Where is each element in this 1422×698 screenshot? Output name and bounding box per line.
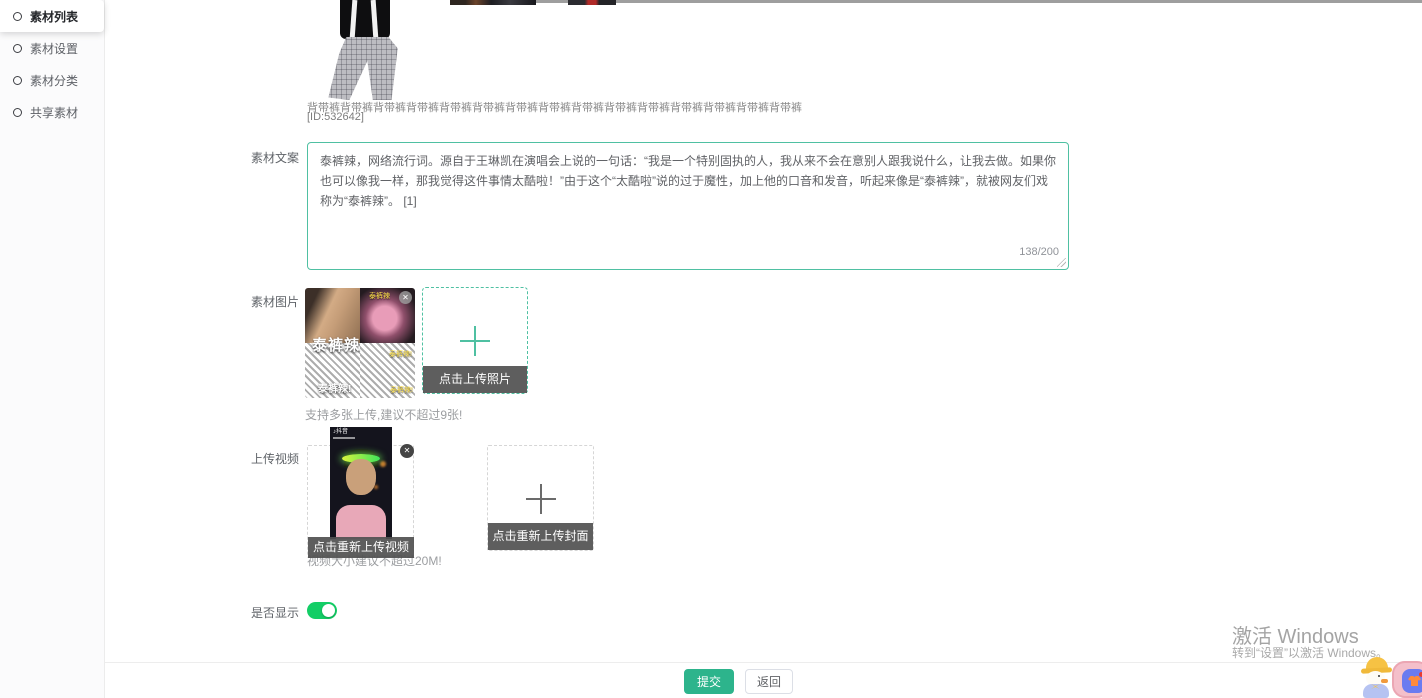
sidebar-item-shared-material[interactable]: 共享素材: [0, 96, 104, 128]
sidebar-item-material-settings[interactable]: 素材设置: [0, 32, 104, 64]
sidebar-item-material-category[interactable]: 素材分类: [0, 64, 104, 96]
copy-field-wrapper: 泰裤辣，网络流行词。源自于王琳凯在演唱会上说的一句话：“我是一个特别固执的人，我…: [307, 142, 1069, 270]
submit-button[interactable]: 提交: [684, 669, 734, 694]
video-label: 上传视频: [251, 450, 301, 467]
toggle-knob: [322, 604, 335, 617]
menu-circle-icon: [13, 44, 22, 53]
uploaded-video-thumbnail[interactable]: ♪抖音: [330, 427, 392, 539]
menu-circle-icon: [13, 12, 22, 21]
mascot-duck[interactable]: [1357, 656, 1397, 698]
pants-image-top: [340, 0, 390, 39]
copy-label: 素材文案: [251, 149, 301, 166]
meme-text: 泰裤辣!: [318, 380, 351, 395]
menu-circle-icon: [13, 76, 22, 85]
sidebar-item-label: 素材设置: [30, 40, 78, 57]
meme-text: 泰裤辣: [369, 291, 390, 301]
shirt-icon: [1408, 676, 1421, 686]
resize-handle-icon[interactable]: [1057, 258, 1066, 267]
reupload-cover-button[interactable]: 点击重新上传封面: [488, 523, 593, 550]
meme-text: 泰裤辣!: [389, 349, 412, 359]
material-title: 背带裤背带裤背带裤背带裤背带裤背带裤背带裤背带裤背带裤背带裤背带裤背带裤背带裤背…: [307, 99, 927, 115]
display-label: 是否显示: [251, 604, 301, 621]
upload-photo-button[interactable]: 点击上传照片: [422, 287, 528, 394]
images-hint: 支持多张上传,建议不超过9张!: [305, 406, 462, 423]
duck-eye: [1378, 675, 1380, 677]
upload-cover-box[interactable]: 点击重新上传封面: [487, 445, 594, 551]
sidebar-item-material-list[interactable]: 素材列表: [0, 0, 104, 32]
footer-bar: 提交 返回: [105, 662, 1422, 698]
background-light: [380, 461, 386, 467]
cutoff-image-fragment: [568, 0, 616, 5]
uploaded-photo-thumbnail[interactable]: 泰裤辣 泰裤辣! 泰裤辣 泰裤辣! 泰裤辣! ✕: [305, 288, 415, 398]
sidebar-item-label: 共享素材: [30, 104, 78, 121]
video-person-shirt: [336, 505, 386, 539]
char-counter: 138/200: [1015, 246, 1059, 258]
cutoff-image-fragment: [450, 0, 536, 5]
plus-icon: [460, 326, 490, 356]
pants-image-legs: [326, 37, 404, 100]
copy-textarea[interactable]: 泰裤辣，网络流行词。源自于王琳凯在演唱会上说的一句话：“我是一个特别固执的人，我…: [307, 142, 1069, 270]
duck-beak: [1381, 679, 1388, 683]
sidebar: 素材列表 素材设置 素材分类 共享素材: [0, 0, 105, 698]
meme-text: 泰裤辣: [312, 334, 360, 355]
back-button[interactable]: 返回: [745, 669, 793, 694]
sidebar-item-label: 素材分类: [30, 72, 78, 89]
images-label: 素材图片: [251, 293, 301, 310]
upload-photo-bar[interactable]: 点击上传照片: [423, 366, 527, 393]
material-id: [ID:532642]: [307, 111, 364, 123]
close-icon[interactable]: ✕: [399, 291, 412, 304]
suspender-strap: [350, 0, 358, 39]
menu-circle-icon: [13, 108, 22, 117]
plus-icon: [526, 484, 556, 514]
video-person-face: [346, 459, 376, 495]
chat-widget-panel: [1402, 669, 1422, 693]
close-icon[interactable]: ✕: [400, 444, 414, 458]
douyin-logo: ♪抖音: [333, 429, 348, 436]
douyin-logo-subtext: [333, 437, 355, 439]
display-toggle[interactable]: [307, 602, 337, 619]
sidebar-item-label: 素材列表: [30, 8, 78, 25]
material-preview-image: [320, 0, 410, 100]
suspender-strap: [371, 0, 379, 39]
reupload-video-button[interactable]: 点击重新上传视频: [308, 537, 414, 558]
meme-text: 泰裤辣!: [390, 385, 413, 395]
